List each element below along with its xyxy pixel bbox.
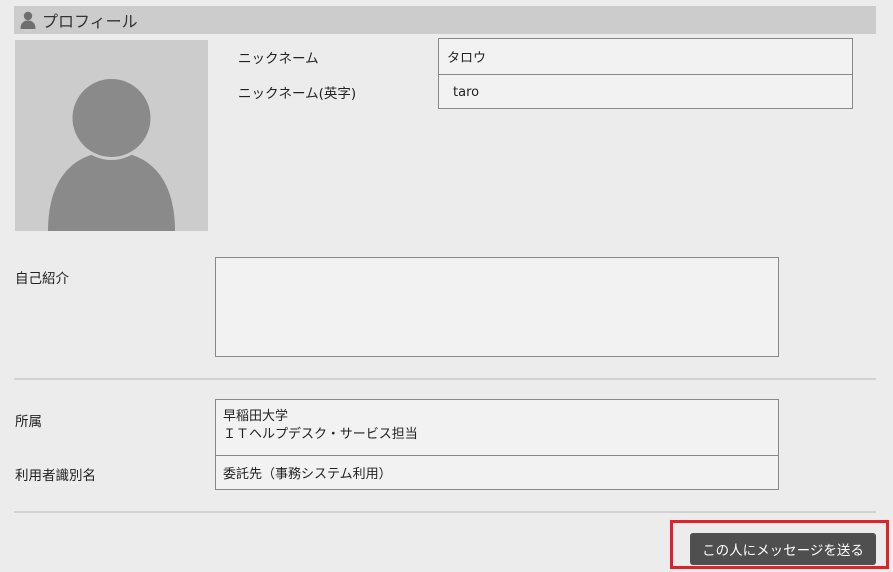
affiliation-label: 所属 — [15, 414, 42, 430]
affiliation-line: 早稲田大学 — [223, 409, 289, 424]
profile-page: プロフィール ニックネーム ニックネーム(英字) タロウ taro 自己紹介 所… — [0, 0, 893, 572]
avatar — [15, 40, 208, 231]
nickname-value: タロウ — [447, 51, 487, 66]
user-icon — [20, 11, 36, 29]
intro-box — [215, 257, 779, 357]
nickname-en-value: taro — [439, 74, 852, 109]
intro-label: 自己紹介 — [15, 271, 69, 287]
page-title: プロフィール — [42, 12, 138, 31]
user-id-value: 委託先（事務システム利用） — [216, 455, 778, 489]
nickname-table: タロウ taro — [438, 38, 853, 109]
send-message-button[interactable]: この人にメッセージを送る — [690, 533, 876, 565]
nickname-en-label: ニックネーム(英字) — [238, 86, 357, 102]
user-id-label: 利用者識別名 — [15, 468, 96, 484]
affiliation-line: ＩＴヘルプデスク・サービス担当 — [223, 427, 418, 442]
section-divider — [14, 511, 876, 513]
section-divider — [14, 378, 876, 380]
avatar-placeholder-icon — [48, 76, 175, 231]
affiliation-value: 早稲田大学 ＩＴヘルプデスク・サービス担当 — [216, 400, 778, 455]
affiliation-table: 早稲田大学 ＩＴヘルプデスク・サービス担当 委託先（事務システム利用） — [215, 399, 779, 490]
nickname-label: ニックネーム — [238, 51, 319, 67]
profile-header: プロフィール — [14, 6, 876, 34]
